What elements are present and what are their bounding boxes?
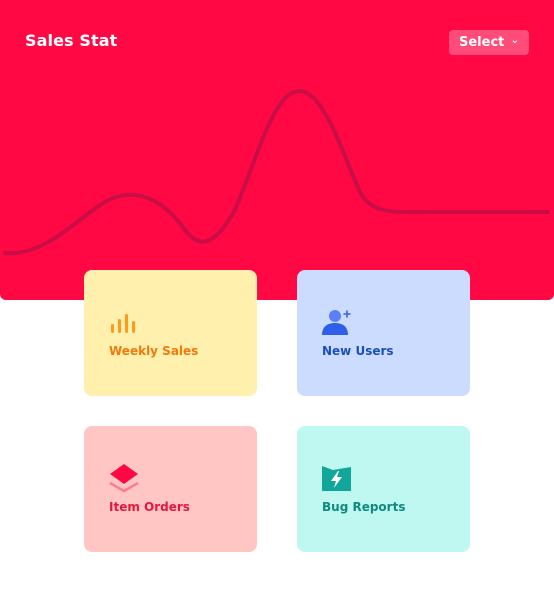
bar-chart-icon	[111, 314, 135, 333]
chevron-down-icon: ⌄	[510, 35, 519, 46]
select-label: Select	[459, 35, 505, 50]
page-title: Sales Stat	[25, 31, 118, 50]
card-label: New Users	[322, 344, 394, 358]
weekly-sales-card[interactable]: Weekly Sales	[84, 270, 257, 396]
sales-stat-panel: Sales Stat Select ⌄	[0, 0, 554, 300]
bug-reports-card[interactable]: Bug Reports	[297, 426, 470, 552]
card-label: Weekly Sales	[109, 344, 199, 358]
card-label: Bug Reports	[322, 500, 406, 514]
item-orders-card[interactable]: Item Orders	[84, 426, 257, 552]
bolt-box-icon	[322, 466, 351, 491]
period-select[interactable]: Select ⌄	[449, 30, 529, 55]
layers-icon	[109, 464, 139, 493]
new-users-card[interactable]: New Users	[297, 270, 470, 396]
add-user-icon	[322, 310, 351, 335]
card-label: Item Orders	[109, 500, 190, 514]
